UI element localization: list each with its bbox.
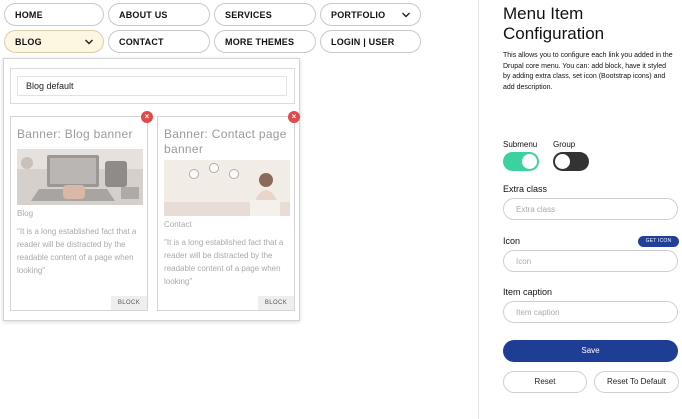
submenu-toggle[interactable] [503, 152, 539, 171]
reset-to-default-button[interactable]: Reset To Default [594, 371, 679, 393]
nav-item-label: MORE THEMES [225, 36, 295, 47]
card-title: Banner: Blog banner [17, 127, 133, 141]
dropdown-heading-container: Blog default [10, 68, 295, 104]
item-caption-input[interactable] [503, 301, 678, 323]
nav-item-services[interactable]: SERVICES [214, 3, 316, 26]
block-button[interactable]: BLOCK [111, 296, 147, 310]
nav-item-contact[interactable]: CONTACT [108, 30, 210, 53]
toggle-knob [522, 154, 537, 169]
nav-item-home[interactable]: HOME [4, 3, 104, 26]
dropdown-heading: Blog default [17, 76, 287, 96]
card-quote: "It is a long established fact that a re… [17, 227, 137, 275]
card-quote: "It is a long established fact that a re… [164, 238, 284, 286]
laptop-image [17, 149, 143, 205]
toggle-knob [555, 154, 570, 169]
get-icon-button[interactable]: GET ICON [638, 236, 679, 247]
remove-icon[interactable]: × [288, 111, 300, 123]
contact-image [164, 160, 290, 216]
panel-title: Menu Item Configuration [503, 4, 605, 43]
icon-label: Icon [503, 236, 521, 246]
extra-class-input[interactable] [503, 198, 678, 220]
block-card-contact-banner: × Banner: Contact page banner Contact "I… [157, 111, 300, 311]
panel-description: This allows you to configure each link y… [503, 52, 673, 91]
blog-dropdown: Blog default × Banner: Blog banner Blog … [3, 58, 300, 321]
group-label: Group [553, 140, 576, 149]
menu-item-configuration-panel: Menu Item Configuration This allows you … [478, 0, 682, 419]
chevron-down-icon [85, 39, 93, 45]
group-toggle[interactable] [553, 152, 589, 171]
nav-item-label: SERVICES [225, 9, 272, 20]
nav-item-login-user[interactable]: LOGIN | USER [320, 30, 421, 53]
submenu-label: Submenu [503, 140, 538, 149]
menu-preview: HOME ABOUT US SERVICES PORTFOLIO BLOG CO… [0, 0, 478, 419]
card-category: Contact [164, 220, 192, 229]
nav-item-more-themes[interactable]: MORE THEMES [214, 30, 316, 53]
nav-item-label: HOME [15, 9, 43, 20]
icon-input[interactable] [503, 250, 678, 272]
card-title: Banner: Contact page banner [164, 127, 287, 156]
card-category: Blog [17, 209, 34, 218]
nav-item-label: PORTFOLIO [331, 9, 386, 20]
nav-item-label: BLOG [15, 36, 42, 47]
save-button[interactable]: Save [503, 340, 678, 362]
nav-item-portfolio[interactable]: PORTFOLIO [320, 3, 421, 26]
block-card-blog-banner: × Banner: Blog banner Blog "It is a long… [10, 111, 153, 311]
remove-icon[interactable]: × [141, 111, 153, 123]
reset-button[interactable]: Reset [503, 371, 587, 393]
block-button[interactable]: BLOCK [258, 296, 294, 310]
nav-item-label: CONTACT [119, 36, 164, 47]
nav-item-label: ABOUT US [119, 9, 168, 20]
nav-item-about-us[interactable]: ABOUT US [108, 3, 210, 26]
nav-item-label: LOGIN | USER [331, 36, 395, 47]
item-caption-label: Item caption [503, 287, 553, 297]
extra-class-label: Extra class [503, 184, 548, 194]
chevron-down-icon [402, 12, 410, 18]
nav-item-blog[interactable]: BLOG [4, 30, 104, 53]
